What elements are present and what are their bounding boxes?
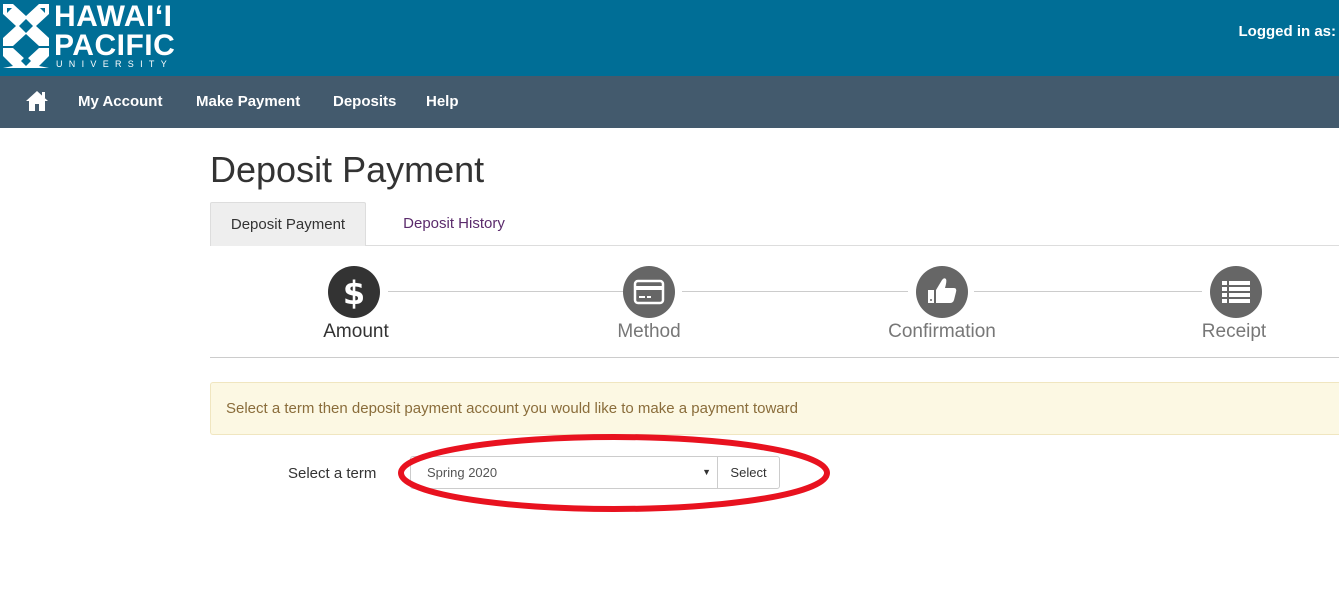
info-alert: Select a term then deposit payment accou… [210, 382, 1339, 435]
dollar-icon: $ [343, 274, 365, 312]
home-icon[interactable] [25, 90, 49, 112]
step-label-amount: Amount [323, 321, 389, 342]
step-connector [682, 291, 908, 292]
credit-card-icon [633, 279, 665, 305]
step-label-method: Method [617, 321, 681, 342]
step-connector [974, 291, 1202, 292]
nav-item-my-account[interactable]: My Account [78, 76, 162, 128]
step-confirmation-circle [916, 266, 968, 318]
svg-text:$: $ [343, 274, 365, 312]
annotation-ellipse [398, 434, 830, 512]
nav-item-help[interactable]: Help [426, 76, 459, 128]
logo-text-pacific: PACIFIC [54, 29, 176, 62]
tab-deposit-history[interactable]: Deposit History [380, 202, 528, 246]
page-title: Deposit Payment [210, 149, 485, 190]
list-icon [1222, 281, 1250, 303]
step-connector [388, 291, 624, 292]
university-logo[interactable]: HAWAIʻI PACIFIC UNIVERSITY [0, 0, 200, 76]
logo-mark-icon [3, 4, 49, 68]
logo-text-hawaii: HAWAIʻI [54, 0, 173, 33]
step-amount-circle: $ [328, 266, 380, 318]
top-header: HAWAIʻI PACIFIC UNIVERSITY Logged in as: [0, 0, 1339, 76]
progress-steps: $ Amount Method Confirmation Receipt [210, 246, 1339, 358]
step-label-confirmation: Confirmation [888, 321, 996, 342]
step-label-receipt: Receipt [1201, 321, 1267, 342]
tab-bar: Deposit Payment Deposit History [210, 202, 1339, 246]
step-method-circle [623, 266, 675, 318]
nav-item-deposits[interactable]: Deposits [333, 76, 396, 128]
term-label: Select a term [288, 465, 377, 482]
tab-deposit-payment[interactable]: Deposit Payment [210, 202, 366, 246]
main-nav: My Account Make Payment Deposits Help [0, 76, 1339, 128]
thumbs-up-icon [928, 278, 957, 303]
logo-text-university: UNIVERSITY [56, 59, 174, 69]
step-receipt-circle [1210, 266, 1262, 318]
logged-in-label: Logged in as: [1238, 23, 1337, 40]
nav-item-make-payment[interactable]: Make Payment [196, 76, 300, 128]
